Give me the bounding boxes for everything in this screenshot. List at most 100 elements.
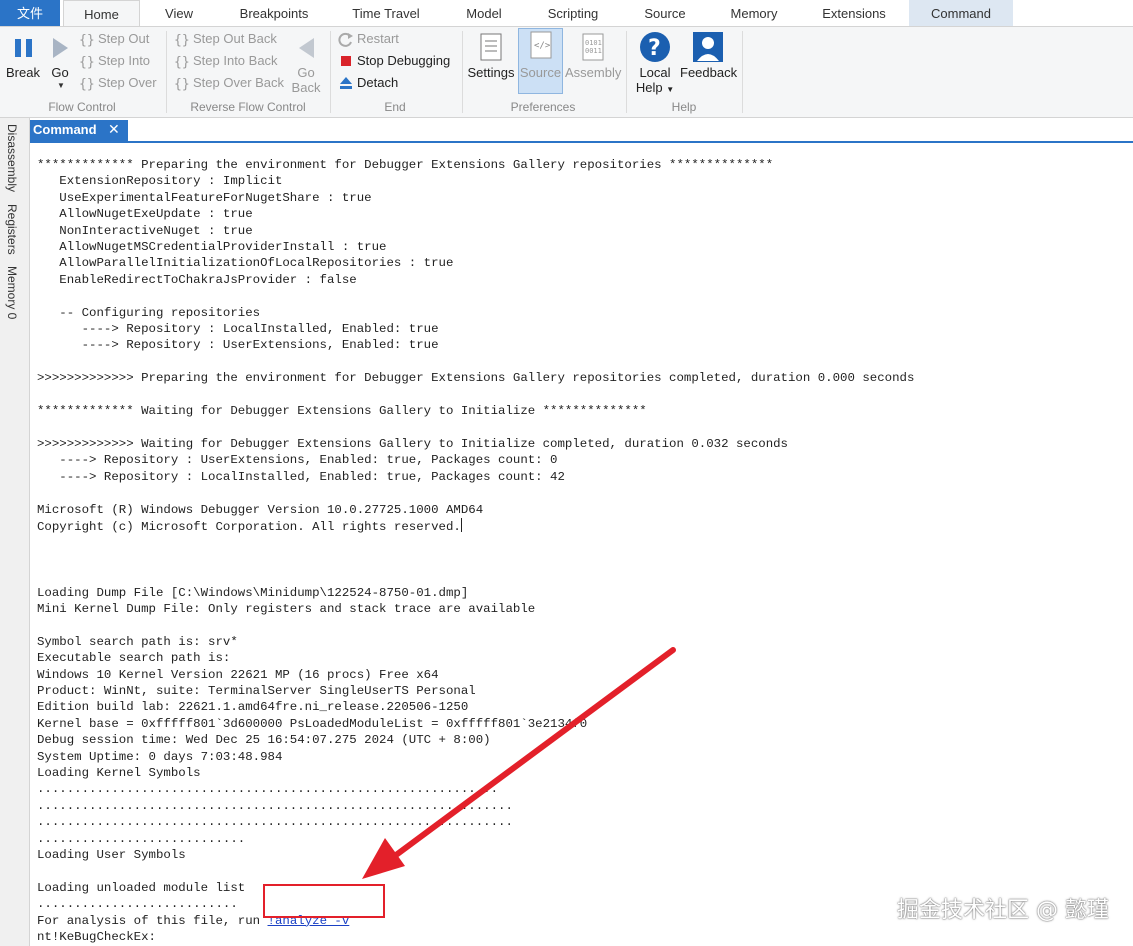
side-tab-registers[interactable]: Registers (5, 204, 19, 255)
command-window-tab[interactable]: Command ✕ (30, 120, 128, 141)
output-line: Loading unloaded module list (37, 880, 246, 895)
output-line: Symbol search path is: srv* (37, 634, 238, 649)
step-into-back-label: Step Into Back (193, 53, 278, 68)
feedback-button[interactable]: Feedback (680, 31, 737, 95)
output-line: ************* Preparing the environment … (37, 158, 774, 172)
output-line: Edition build lab: 22621.1.amd64fre.ni_r… (37, 700, 469, 715)
step-out-label: Step Out (98, 31, 150, 46)
tab-model[interactable]: Model (452, 0, 516, 26)
svg-text:</>: </> (534, 41, 551, 51)
output-line: ........................... (37, 897, 238, 912)
tab-extensions[interactable]: Extensions (808, 0, 900, 26)
ribbon-tab-bar: 文件 Home View Breakpoints Time Travel Mod… (0, 0, 1133, 26)
tab-time-travel[interactable]: Time Travel (338, 0, 434, 26)
svg-text:{}: {} (174, 33, 190, 47)
output-line: Executable search path is: (37, 651, 231, 666)
output-line: ........................................… (37, 782, 499, 797)
help-group-label: Help (671, 100, 697, 114)
output-line: Loading User Symbols (37, 848, 186, 863)
detach-label: Detach (357, 75, 399, 90)
output-line: EnableRedirectToChakraJsProvider : false (37, 272, 357, 287)
flow-control-group-label: Flow Control (48, 100, 116, 114)
end-group-label: End (384, 100, 406, 114)
side-tab-disassembly[interactable]: Disassembly (5, 124, 19, 192)
output-line: Windows 10 Kernel Version 22621 MP (16 p… (37, 667, 439, 682)
tab-view[interactable]: View (150, 0, 208, 26)
tab-scripting[interactable]: Scripting (535, 0, 611, 26)
pause-icon (15, 39, 32, 57)
output-line: AllowParallelInitializationOfLocalReposi… (37, 256, 454, 271)
output-line: ----> Repository : UserExtensions, Enabl… (37, 338, 439, 353)
svg-text:0011: 0011 (585, 47, 602, 55)
close-icon[interactable]: ✕ (108, 121, 120, 138)
go-back-button[interactable]: Go Back (288, 31, 324, 95)
settings-button[interactable]: Settings (467, 31, 515, 95)
side-tab-strip: Disassembly Registers Memory 0 (0, 118, 30, 946)
play-icon (53, 38, 68, 58)
go-back-label-2: Back (291, 80, 321, 95)
output-line: AllowNugetMSCredentialProviderInstall : … (37, 240, 387, 255)
svg-text:{}: {} (174, 77, 190, 91)
local-help-text: Help (635, 80, 663, 95)
ribbon: Break Go ▼ {} Step Out {} Step Into {} S… (0, 26, 1133, 118)
output-line: NonInteractiveNuget : true (37, 223, 253, 238)
go-button[interactable]: Go ▼ (44, 31, 76, 95)
analysis-prompt: For analysis of this file, run (37, 913, 268, 928)
source-button[interactable]: </> Source (518, 28, 563, 94)
output-line: ----> Repository : LocalInstalled, Enabl… (37, 469, 565, 484)
step-into-icon: {} (79, 55, 95, 69)
svg-text:{}: {} (79, 55, 95, 69)
svg-text:{}: {} (79, 33, 95, 47)
tab-command[interactable]: Command (909, 0, 1013, 26)
eject-icon (340, 77, 352, 89)
help-question-icon: ? (640, 32, 670, 62)
output-line: -- Configuring repositories (37, 305, 261, 320)
command-output-text: ************* Preparing the environment … (37, 157, 914, 946)
watermark: 掘金技术社区 @ 懿瑾 (897, 898, 1109, 923)
document-tab-bar: Command ✕ (30, 118, 1133, 141)
output-line: nt!KeBugCheckEx: (37, 930, 156, 945)
svg-text:{}: {} (174, 55, 190, 69)
output-line: ----> Repository : LocalInstalled, Enabl… (37, 322, 439, 337)
output-line: ExtensionRepository : Implicit (37, 174, 283, 189)
output-line: ........................................… (37, 798, 513, 813)
output-line: ----> Repository : UserExtensions, Enabl… (37, 453, 558, 468)
output-line: ............................ (37, 831, 246, 846)
command-output-pane[interactable]: ************* Preparing the environment … (30, 143, 1133, 946)
local-help-button[interactable]: ? Local Help ▼ (633, 31, 677, 95)
assembly-button[interactable]: 0101 0011 Assembly (565, 31, 621, 95)
output-line: Loading Dump File [C:\Windows\Minidump\1… (37, 585, 469, 600)
settings-document-icon (480, 33, 502, 61)
settings-label: Settings (467, 65, 515, 80)
svg-text:{}: {} (79, 77, 95, 91)
side-tab-memory-0[interactable]: Memory 0 (5, 266, 19, 319)
stop-icon (341, 56, 351, 66)
chevron-down-icon: ▼ (666, 85, 675, 94)
restart-icon (338, 32, 353, 47)
source-code-icon: </> (530, 31, 552, 59)
step-over-label: Step Over (98, 75, 157, 90)
source-label: Source (519, 65, 562, 80)
ribbon-separator (742, 31, 743, 113)
step-out-back-icon: {} (174, 33, 190, 47)
step-out-back-label: Step Out Back (193, 31, 277, 46)
tab-source[interactable]: Source (632, 0, 698, 26)
tab-file[interactable]: 文件 (0, 0, 60, 26)
tab-home[interactable]: Home (63, 0, 140, 26)
tab-breakpoints[interactable]: Breakpoints (222, 0, 326, 26)
reverse-flow-control-group-label: Reverse Flow Control (190, 100, 306, 114)
svg-text:?: ? (648, 36, 661, 61)
output-line: Mini Kernel Dump File: Only registers an… (37, 601, 536, 616)
output-line: Product: WinNt, suite: TerminalServer Si… (37, 684, 476, 698)
feedback-person-icon (693, 32, 723, 62)
break-button[interactable]: Break (4, 31, 42, 91)
annotation-highlight-box (263, 884, 385, 918)
chevron-down-icon: ▼ (57, 81, 65, 90)
tab-memory[interactable]: Memory (718, 0, 790, 26)
output-line: Debug session time: Wed Dec 25 16:54:07.… (37, 733, 491, 748)
output-line: AllowNugetExeUpdate : true (37, 207, 253, 222)
output-line: System Uptime: 0 days 7:03:48.984 (37, 749, 283, 764)
output-line: >>>>>>>>>>>>> Waiting for Debugger Exten… (37, 436, 788, 451)
go-back-label-1: Go (297, 65, 315, 80)
output-line: ........................................… (37, 815, 513, 830)
